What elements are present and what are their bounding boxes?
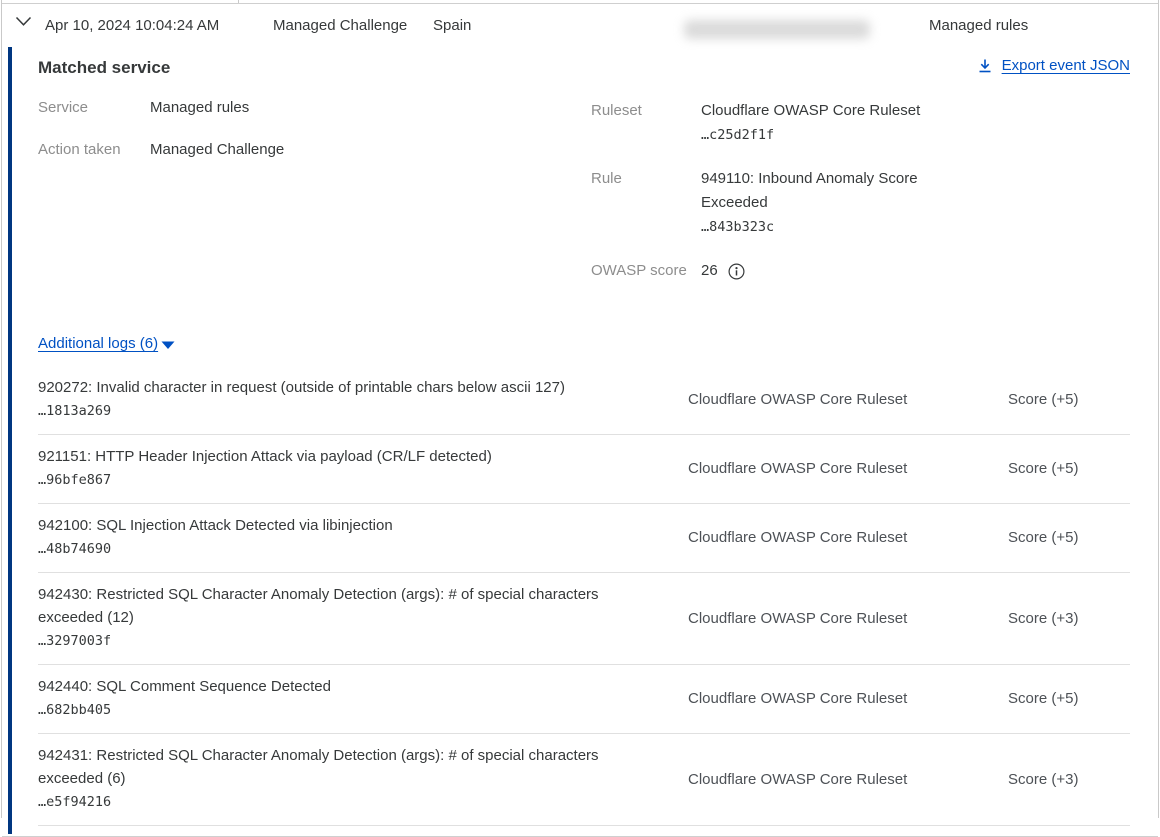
log-main: 942100: SQL Injection Attack Detected vi…	[38, 514, 688, 561]
log-row: 942430: Restricted SQL Character Anomaly…	[38, 573, 1130, 665]
log-ruleset-name: Cloudflare OWASP Core Ruleset	[688, 460, 1008, 477]
fields-right-column: Ruleset Cloudflare OWASP Core Ruleset …c…	[591, 99, 1130, 303]
rule-id: …843b323c	[701, 219, 774, 235]
redacted-host-blur	[684, 20, 870, 39]
field-value: Managed rules	[150, 99, 249, 117]
event-timestamp: Apr 10, 2024 10:04:24 AM	[45, 16, 219, 35]
log-row: 942431: Restricted SQL Character Anomaly…	[38, 734, 1130, 826]
log-row: 921151: HTTP Header Injection Attack via…	[38, 435, 1130, 504]
log-rule-id: …48b74690	[38, 537, 658, 561]
download-icon	[977, 58, 993, 74]
log-main: 942440: SQL Comment Sequence Detected …6…	[38, 675, 688, 722]
event-service: Managed rules	[929, 16, 1028, 35]
log-rule-id: …682bb405	[38, 698, 658, 722]
field-label: Action taken	[38, 141, 150, 159]
log-ruleset-name: Cloudflare OWASP Core Ruleset	[688, 690, 1008, 707]
additional-logs-label: Additional logs (6)	[38, 335, 158, 353]
log-ruleset-name: Cloudflare OWASP Core Ruleset	[688, 529, 1008, 546]
log-ruleset-name: Cloudflare OWASP Core Ruleset	[688, 610, 1008, 627]
matched-service-panel: Matched service Export event JSON	[2, 47, 1158, 834]
log-rule-id: …96bfe867	[38, 468, 658, 492]
field-owasp-score: OWASP score 26	[591, 259, 1130, 283]
log-score: Score (+3)	[1008, 610, 1130, 627]
additional-logs-toggle[interactable]: Additional logs (6)	[38, 335, 175, 353]
log-score: Score (+5)	[1008, 690, 1130, 707]
event-action: Managed Challenge	[273, 16, 407, 35]
log-row: 920272: Invalid character in request (ou…	[38, 366, 1130, 435]
log-rule-title: 942440: SQL Comment Sequence Detected	[38, 675, 638, 698]
event-row-container: Apr 10, 2024 10:04:24 AM Managed Challen…	[1, 0, 1159, 818]
rule-name: 949110: Inbound Anomaly Score Exceeded	[701, 170, 918, 211]
log-main: 921151: HTTP Header Injection Attack via…	[38, 445, 688, 492]
panel-title: Matched service	[38, 57, 170, 79]
field-label: Rule	[591, 167, 701, 239]
log-ruleset-name: Cloudflare OWASP Core Ruleset	[688, 771, 1008, 788]
log-main: 920272: Invalid character in request (ou…	[38, 376, 688, 423]
log-score: Score (+3)	[1008, 771, 1130, 788]
export-event-json-link[interactable]: Export event JSON	[977, 57, 1130, 74]
security-event-detail: Apr 10, 2024 10:04:24 AM Managed Challen…	[0, 0, 1160, 818]
field-label: OWASP score	[591, 259, 701, 283]
log-rule-title: 942430: Restricted SQL Character Anomaly…	[38, 583, 638, 629]
log-row: 942440: SQL Comment Sequence Detected …6…	[38, 665, 1130, 734]
log-rule-title: 920272: Invalid character in request (ou…	[38, 376, 638, 399]
field-value: Managed Challenge	[150, 141, 284, 159]
log-rule-id: …1813a269	[38, 399, 658, 423]
field-ruleset: Ruleset Cloudflare OWASP Core Ruleset …c…	[591, 99, 1130, 147]
log-rule-id: …3297003f	[38, 629, 658, 653]
additional-logs-list: 920272: Invalid character in request (ou…	[38, 366, 1130, 826]
caret-down-icon	[161, 341, 175, 350]
log-score: Score (+5)	[1008, 529, 1130, 546]
column-divider-tick	[238, 0, 239, 3]
log-row: 942100: SQL Injection Attack Detected vi…	[38, 504, 1130, 573]
panel-header: Matched service Export event JSON	[38, 57, 1130, 79]
event-summary-row[interactable]: Apr 10, 2024 10:04:24 AM Managed Challen…	[2, 4, 1158, 47]
field-service: Service Managed rules	[38, 99, 591, 117]
ruleset-id: …c25d2f1f	[701, 127, 774, 143]
log-main: 942430: Restricted SQL Character Anomaly…	[38, 583, 688, 653]
log-main: 942431: Restricted SQL Character Anomaly…	[38, 744, 688, 814]
log-rule-id: …e5f94216	[38, 790, 658, 814]
info-icon[interactable]	[728, 263, 745, 280]
log-rule-title: 942100: SQL Injection Attack Detected vi…	[38, 514, 638, 537]
field-label: Service	[38, 99, 150, 117]
log-score: Score (+5)	[1008, 460, 1130, 477]
owasp-score-value: 26	[701, 259, 718, 283]
ruleset-name: Cloudflare OWASP Core Ruleset	[701, 102, 920, 119]
log-ruleset-name: Cloudflare OWASP Core Ruleset	[688, 391, 1008, 408]
log-rule-title: 942431: Restricted SQL Character Anomaly…	[38, 744, 638, 790]
selected-row-accent-bar	[8, 47, 12, 834]
previous-row-edge	[2, 0, 1158, 3]
field-label: Ruleset	[591, 99, 701, 147]
chevron-down-icon[interactable]	[15, 16, 32, 27]
log-score: Score (+5)	[1008, 391, 1130, 408]
field-rule: Rule 949110: Inbound Anomaly Score Excee…	[591, 167, 1130, 239]
fields-left-column: Service Managed rules Action taken Manag…	[38, 99, 591, 303]
field-action-taken: Action taken Managed Challenge	[38, 141, 591, 159]
export-event-json-label: Export event JSON	[1002, 57, 1130, 74]
log-rule-title: 921151: HTTP Header Injection Attack via…	[38, 445, 638, 468]
matched-service-fields: Service Managed rules Action taken Manag…	[38, 99, 1130, 303]
event-country: Spain	[433, 16, 471, 35]
